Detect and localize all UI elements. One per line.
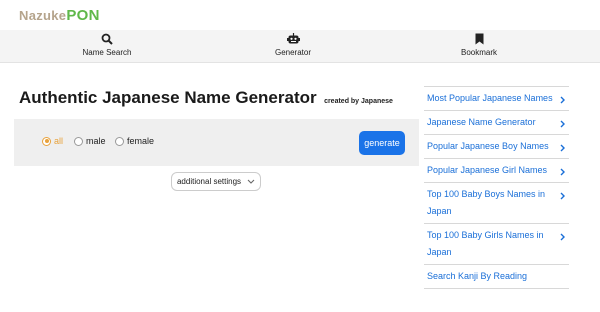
generator-panel: all male female generate: [14, 119, 419, 166]
sidebar-item-kanji-reading[interactable]: Search Kanji By Reading: [424, 265, 569, 289]
generate-button[interactable]: generate: [359, 131, 405, 155]
sidebar-item-label: Top 100 Baby Girls Names in Japan: [427, 230, 544, 257]
nav-bookmark[interactable]: Bookmark: [414, 33, 544, 57]
sidebar-item-top100-girls[interactable]: Top 100 Baby Girls Names in Japan: [424, 224, 569, 265]
nav-name-search[interactable]: Name Search: [42, 33, 172, 57]
additional-settings-select[interactable]: additional settings: [171, 172, 261, 191]
radio-female[interactable]: [115, 136, 124, 146]
radio-all[interactable]: [42, 136, 51, 146]
gender-option-female-label: female: [127, 136, 155, 146]
top-nav: Name Search Generator Bookmark: [0, 30, 600, 63]
chevron-right-icon: [560, 93, 565, 110]
sidebar-item-label: Most Popular Japanese Names: [427, 93, 553, 103]
additional-settings-label: additional settings: [176, 177, 242, 186]
chevron-right-icon: [560, 189, 565, 206]
logo-text-pon: PON: [66, 7, 100, 24]
sidebar-item-generator[interactable]: Japanese Name Generator: [424, 111, 569, 135]
sidebar-item-label: Popular Japanese Girl Names: [427, 165, 548, 175]
radio-male[interactable]: [74, 136, 83, 146]
nav-name-search-label: Name Search: [82, 48, 132, 57]
page-title-row: Authentic Japanese Name Generator create…: [19, 88, 393, 108]
search-icon: [42, 33, 172, 47]
sidebar-item-label: Japanese Name Generator: [427, 117, 536, 127]
chevron-down-icon: [247, 177, 255, 186]
page-subtitle: created by Japanese: [324, 98, 393, 105]
logo-text-nazuke: Nazuke: [19, 8, 67, 23]
chevron-right-icon: [560, 141, 565, 158]
gender-option-all[interactable]: all: [42, 136, 63, 146]
sidebar-item-label: Popular Japanese Boy Names: [427, 141, 549, 151]
sidebar-item-most-popular[interactable]: Most Popular Japanese Names: [424, 87, 569, 111]
bookmark-icon: [414, 33, 544, 47]
robot-icon: [228, 33, 358, 47]
gender-option-male[interactable]: male: [74, 136, 106, 146]
site-logo[interactable]: NazukePON: [19, 7, 100, 24]
chevron-right-icon: [560, 230, 565, 247]
sidebar-item-label: Top 100 Baby Boys Names in Japan: [427, 189, 546, 216]
gender-option-all-label: all: [54, 136, 64, 146]
sidebar-item-boy-names[interactable]: Popular Japanese Boy Names: [424, 135, 569, 159]
nav-bookmark-label: Bookmark: [460, 48, 497, 57]
nav-generator[interactable]: Generator: [228, 33, 358, 57]
chevron-right-icon: [560, 165, 565, 182]
sidebar-links: Most Popular Japanese Names Japanese Nam…: [424, 86, 569, 289]
sidebar-item-top100-boys[interactable]: Top 100 Baby Boys Names in Japan: [424, 183, 569, 224]
chevron-right-icon: [560, 117, 565, 134]
page-title: Authentic Japanese Name Generator: [19, 88, 317, 107]
gender-option-male-label: male: [86, 136, 106, 146]
gender-option-female[interactable]: female: [115, 136, 154, 146]
nav-generator-label: Generator: [274, 48, 312, 57]
sidebar-item-label: Search Kanji By Reading: [427, 271, 528, 281]
sidebar-item-girl-names[interactable]: Popular Japanese Girl Names: [424, 159, 569, 183]
